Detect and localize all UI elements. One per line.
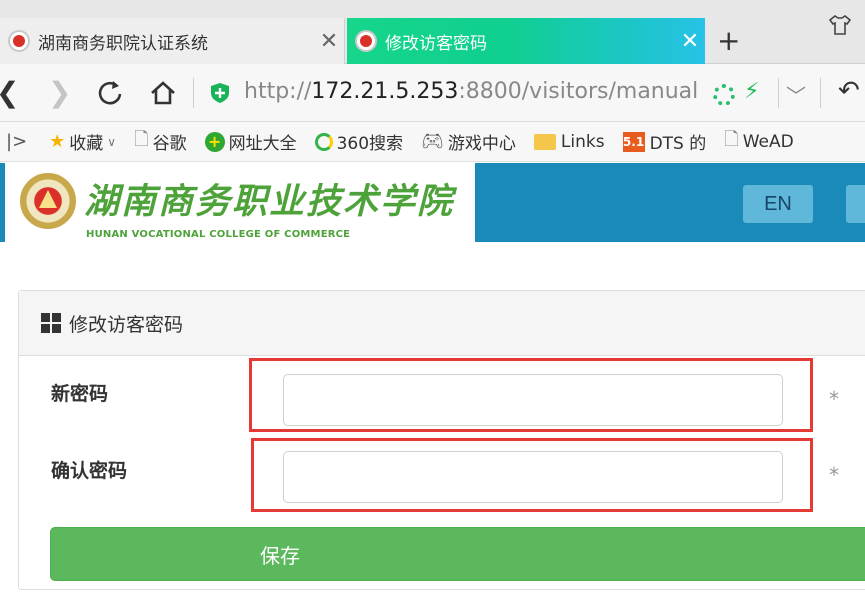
toolbar-divider bbox=[820, 78, 821, 108]
bookmark-game-center[interactable]: 🎮︎ 游戏中心 bbox=[421, 129, 516, 154]
required-mark: * bbox=[829, 387, 839, 411]
bookmark-url-directory[interactable]: + 网址大全 bbox=[204, 129, 297, 154]
college-emblem-icon bbox=[20, 173, 76, 229]
document-icon: 🗋 bbox=[134, 128, 149, 150]
bookmark-favorites[interactable]: ★ 收藏 ∨ bbox=[49, 129, 116, 154]
address-bar: ❮ ❯ http://172.21.5.253:8800/visitors/ma… bbox=[0, 64, 865, 122]
close-tab-icon[interactable]: ✕ bbox=[675, 29, 705, 54]
loading-spinner-icon bbox=[713, 84, 735, 106]
new-password-label: 新密码 bbox=[51, 383, 109, 405]
language-en-button[interactable]: EN bbox=[743, 185, 813, 223]
toolbar-divider bbox=[778, 78, 779, 108]
bookmark-label: 网址大全 bbox=[228, 134, 297, 154]
bookmarks-bar: |> ★ 收藏 ∨ 🗋 谷歌 + 网址大全 360搜索 🎮︎ 游戏中心 Link… bbox=[0, 122, 865, 162]
change-password-panel: 修改访客密码 新密码 * 确认密码 * 保存 bbox=[18, 290, 865, 590]
skin-shirt-icon[interactable] bbox=[828, 14, 852, 36]
secure-shield-icon[interactable] bbox=[210, 82, 230, 104]
bookmark-dts[interactable]: 5.1 DTS 的 bbox=[622, 129, 707, 154]
new-tab-button[interactable]: + bbox=[717, 24, 740, 57]
college-name-en: HUNAN VOCATIONAL COLLEGE OF COMMERCE bbox=[86, 229, 351, 240]
back-arrow-icon[interactable]: ❮ bbox=[0, 76, 19, 109]
tab-title: 湖南商务职院认证系统 bbox=[38, 33, 208, 54]
required-mark: * bbox=[829, 463, 839, 487]
gamepad-icon: 🎮︎ bbox=[421, 131, 444, 152]
grid-icon bbox=[41, 313, 61, 333]
bookmark-links-folder[interactable]: Links bbox=[533, 131, 605, 152]
confirm-password-label: 确认密码 bbox=[51, 460, 128, 482]
bookmark-label: WeAD bbox=[742, 131, 794, 152]
save-button[interactable]: 保存 bbox=[50, 527, 865, 581]
new-password-input[interactable] bbox=[283, 374, 783, 426]
badge-51-icon: 5.1 bbox=[622, 131, 645, 152]
url-host: 172.21.5.253 bbox=[311, 79, 459, 104]
save-button-label: 保存 bbox=[260, 543, 300, 568]
home-icon[interactable] bbox=[148, 78, 178, 108]
bookmark-label: Links bbox=[560, 131, 605, 152]
tab-auth-system[interactable]: 湖南商务职院认证系统 ✕ bbox=[0, 18, 345, 64]
search-ring-icon bbox=[314, 132, 333, 151]
close-tab-icon[interactable]: ✕ bbox=[314, 29, 344, 54]
chevron-down-icon[interactable]: ﹀ bbox=[786, 80, 806, 109]
tab-change-visitor-password[interactable]: 修改访客密码 ✕ bbox=[347, 18, 705, 64]
bookmark-wead[interactable]: 🗋 WeAD bbox=[724, 127, 793, 157]
college-name-cn: 湖南商务职业技术学院 bbox=[84, 181, 455, 222]
star-icon: ★ bbox=[49, 131, 66, 152]
college-favicon-icon bbox=[355, 30, 377, 52]
url-path: :8800/visitors/manual bbox=[458, 79, 699, 104]
header-accent-strip bbox=[0, 163, 5, 242]
bookmark-label: 360搜索 bbox=[336, 134, 404, 154]
sidebar-toggle-icon[interactable]: |> bbox=[6, 131, 27, 152]
toolbar-divider bbox=[193, 78, 194, 108]
header-button-partial[interactable] bbox=[846, 185, 865, 223]
reload-icon[interactable] bbox=[95, 78, 125, 108]
forward-arrow-icon[interactable]: ❯ bbox=[48, 76, 71, 109]
chevron-down-icon: ∨ bbox=[107, 134, 117, 149]
bookmark-label: DTS 的 bbox=[649, 134, 707, 154]
panel-heading: 修改访客密码 bbox=[19, 291, 865, 356]
bookmark-label: 游戏中心 bbox=[447, 134, 516, 154]
undo-icon[interactable]: ↶ bbox=[838, 76, 860, 106]
bookmark-360-search[interactable]: 360搜索 bbox=[314, 129, 404, 154]
browser-tab-bar: 湖南商务职院认证系统 ✕ 修改访客密码 ✕ + bbox=[0, 0, 865, 64]
lightning-icon[interactable]: ⚡ bbox=[744, 79, 759, 104]
panel-title: 修改访客密码 bbox=[69, 313, 184, 336]
url-scheme: http:// bbox=[244, 79, 312, 104]
folder-icon bbox=[533, 133, 556, 150]
bookmark-label: 谷歌 bbox=[152, 134, 187, 154]
college-favicon-icon bbox=[8, 30, 30, 52]
bookmark-google[interactable]: 🗋 谷歌 bbox=[134, 127, 186, 157]
document-icon: 🗋 bbox=[724, 128, 739, 150]
tab-title: 修改访客密码 bbox=[385, 33, 487, 54]
site-header: 湖南商务职业技术学院 HUNAN VOCATIONAL COLLEGE OF C… bbox=[0, 163, 865, 242]
url-field[interactable]: http://172.21.5.253:8800/visitors/manual bbox=[244, 79, 698, 104]
confirm-password-input[interactable] bbox=[283, 451, 783, 503]
bookmark-label: 收藏 bbox=[69, 134, 104, 154]
plus-circle-icon: + bbox=[204, 131, 225, 152]
